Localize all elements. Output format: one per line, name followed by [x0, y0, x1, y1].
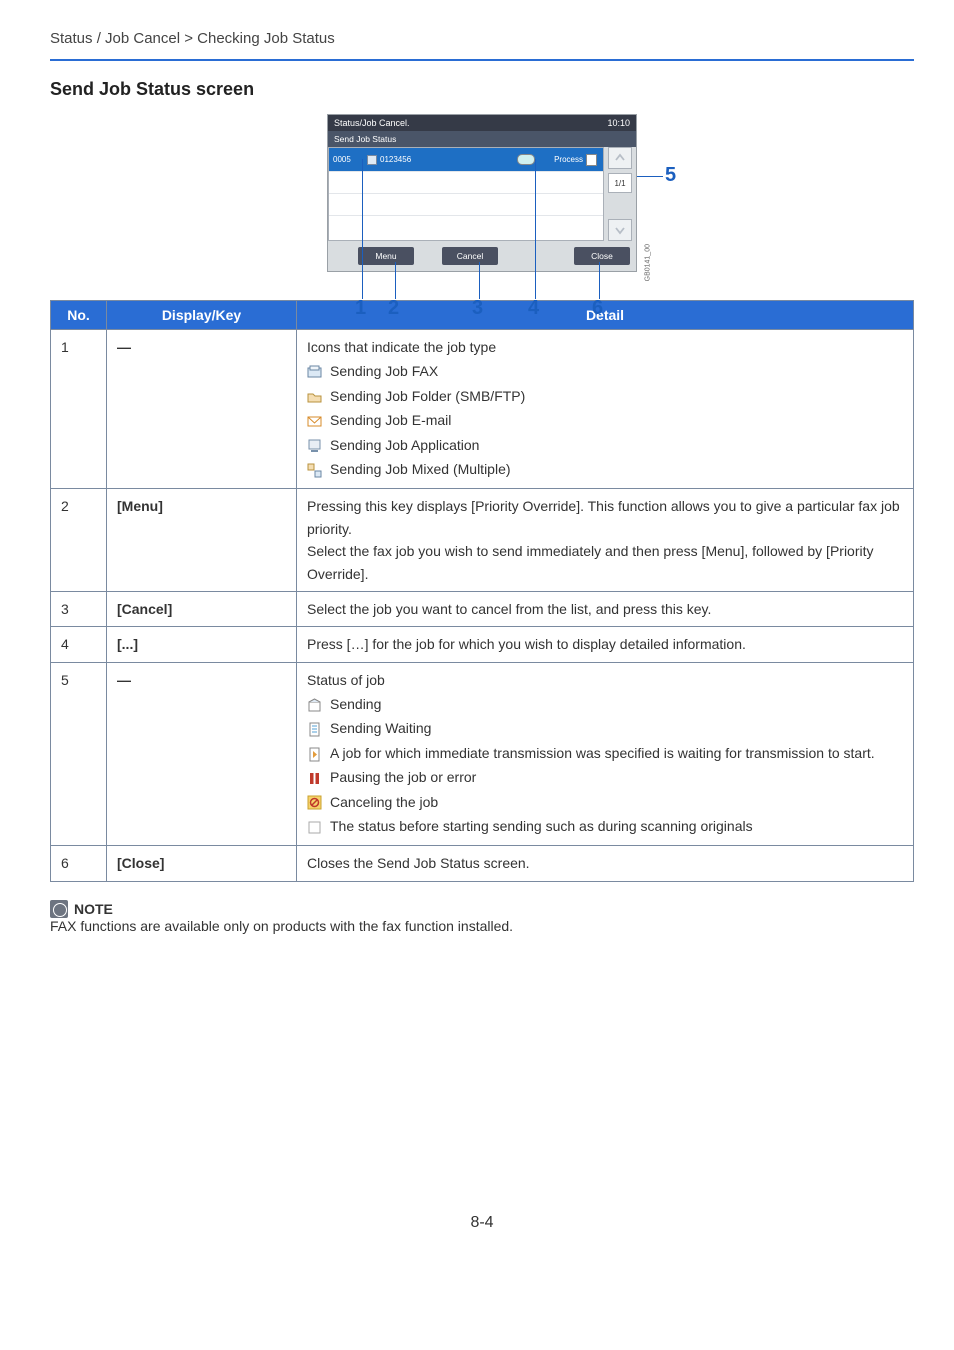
table-row: 4 [...] Press […] for the job for which …	[51, 627, 914, 662]
sending-icon	[307, 697, 322, 712]
detail-bubble-icon[interactable]	[517, 154, 535, 165]
page-number: 8-4	[50, 1214, 914, 1232]
callout-6: 6	[592, 297, 603, 320]
divider	[50, 59, 914, 61]
callout-5: 5	[665, 164, 676, 187]
cancel-icon	[307, 794, 322, 809]
immediate-wait-icon	[307, 746, 322, 761]
application-icon	[307, 437, 322, 452]
image-code: GB0141_00	[644, 244, 651, 281]
cell-detail: Select the job you want to cancel from t…	[297, 591, 914, 626]
note-label: NOTE	[74, 901, 113, 917]
scroll-up-button[interactable]	[608, 147, 632, 169]
callout-1: 1	[355, 297, 366, 320]
cell-key: [Menu]	[117, 498, 163, 514]
job-name: 0123456	[380, 155, 411, 164]
note-text: FAX functions are available only on prod…	[50, 918, 914, 934]
panel-screenshot: Status/Job Cancel. 10:10 Send Job Status…	[327, 114, 637, 272]
cell-detail: Icons that indicate the job type Sending…	[297, 330, 914, 489]
cell-detail: Pressing this key displays [Priority Ove…	[297, 489, 914, 592]
section-title: Send Job Status screen	[50, 79, 914, 100]
waiting-icon	[307, 721, 322, 736]
cell-detail: Press […] for the job for which you wish…	[297, 627, 914, 662]
panel-title: Status/Job Cancel.	[334, 118, 410, 128]
cell-key: [Close]	[117, 855, 164, 871]
job-type-icon	[367, 155, 377, 165]
status-icon	[586, 154, 597, 166]
callout-4: 4	[528, 297, 539, 320]
cell-key: [Cancel]	[117, 601, 172, 617]
panel-subtitle: Send Job Status	[328, 131, 636, 147]
prestart-icon	[307, 819, 322, 834]
panel-time: 10:10	[607, 118, 630, 128]
cell-no: 1	[51, 330, 107, 489]
job-list: 0005 0123456 Process	[328, 147, 604, 241]
breadcrumb: Status / Job Cancel > Checking Job Statu…	[50, 30, 914, 53]
cancel-button[interactable]: Cancel	[442, 247, 498, 265]
cell-key: ―	[117, 339, 131, 355]
note-block: NOTE FAX functions are available only on…	[50, 900, 914, 934]
page-indicator: 1/1	[608, 173, 632, 193]
table-row: 1 ― Icons that indicate the job type Sen…	[51, 330, 914, 489]
menu-button[interactable]: Menu	[358, 247, 414, 265]
close-button[interactable]: Close	[574, 247, 630, 265]
scroll-down-button[interactable]	[608, 219, 632, 241]
job-row[interactable]: 0005 0123456 Process	[329, 148, 603, 172]
cell-detail: Status of job Sending Sending Waiting A …	[297, 662, 914, 846]
callout-2: 2	[388, 297, 399, 320]
callout-3: 3	[472, 297, 483, 320]
cell-key: ―	[117, 672, 131, 688]
email-icon	[307, 413, 322, 428]
cell-no: 4	[51, 627, 107, 662]
cell-no: 2	[51, 489, 107, 592]
table-row: 3 [Cancel] Select the job you want to ca…	[51, 591, 914, 626]
table-row: 5 ― Status of job Sending Sending Waitin…	[51, 662, 914, 846]
table-row: 6 [Close] Closes the Send Job Status scr…	[51, 846, 914, 881]
pause-icon	[307, 770, 322, 785]
description-table: No. Display/Key Detail 1 ― Icons that in…	[50, 300, 914, 882]
job-id: 0005	[333, 155, 363, 164]
fax-icon	[307, 364, 322, 379]
job-status: Process	[554, 155, 583, 164]
cell-no: 6	[51, 846, 107, 881]
th-no: No.	[51, 301, 107, 330]
table-row: 2 [Menu] Pressing this key displays [Pri…	[51, 489, 914, 592]
th-display: Display/Key	[107, 301, 297, 330]
cell-detail: Closes the Send Job Status screen.	[297, 846, 914, 881]
cell-key: [...]	[117, 636, 138, 652]
folder-icon	[307, 388, 322, 403]
mixed-icon	[307, 462, 322, 477]
cell-no: 3	[51, 591, 107, 626]
note-icon	[50, 900, 68, 918]
cell-no: 5	[51, 662, 107, 846]
